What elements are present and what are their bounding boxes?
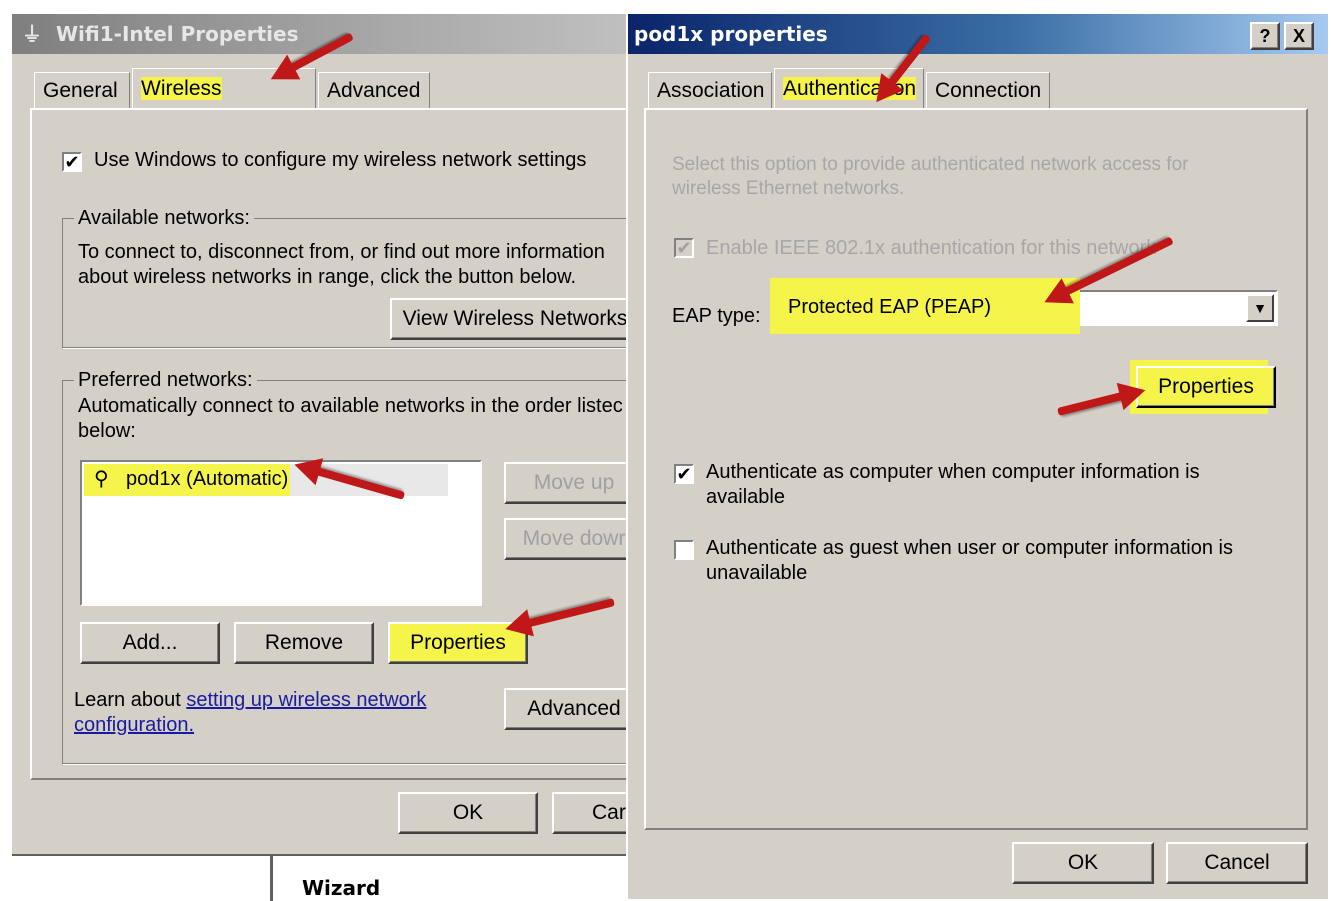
- tab-general[interactable]: General: [34, 72, 130, 108]
- enable-8021x-label: Enable IEEE 802.1x authentication for th…: [706, 237, 1157, 259]
- tab-advanced[interactable]: Advanced: [318, 72, 430, 108]
- antenna-icon: ⚲: [94, 468, 109, 490]
- description-line-2: wireless Ethernet networks.: [672, 178, 905, 199]
- right-ok-button[interactable]: OK: [1012, 842, 1154, 884]
- eap-properties-button[interactable]: Properties: [1136, 366, 1276, 408]
- left-window-title: Wifi1-Intel Properties: [56, 22, 299, 46]
- eap-type-select[interactable]: Protected EAP (PEAP) ▼: [770, 278, 1278, 334]
- remove-button[interactable]: Remove: [234, 622, 374, 664]
- tab-connection[interactable]: Connection: [926, 72, 1050, 108]
- use-windows-label: Use Windows to configure my wireless net…: [94, 149, 587, 171]
- auth-guest-line-1: Authenticate as guest when user or compu…: [706, 537, 1233, 559]
- wireless-networks-panel: ✔ Use Windows to configure my wireless n…: [30, 108, 650, 780]
- enable-8021x-checkbox[interactable]: ✔: [674, 238, 694, 258]
- preferred-text-2: below:: [78, 420, 136, 442]
- left-ok-button[interactable]: OK: [398, 792, 538, 834]
- preferred-networks-legend: Preferred networks:: [74, 368, 257, 392]
- advanced-button[interactable]: Advanced: [504, 688, 644, 730]
- authentication-panel: Select this option to provide authentica…: [644, 108, 1308, 830]
- help-button[interactable]: ?: [1250, 22, 1280, 50]
- auth-guest-line-2: unavailable: [706, 562, 808, 584]
- learn-about-text: Learn about setting up wireless network: [74, 688, 426, 713]
- use-windows-checkbox[interactable]: ✔: [62, 152, 82, 172]
- network-icon: ⏚: [22, 22, 42, 46]
- view-wireless-networks-button[interactable]: View Wireless Networks: [390, 298, 640, 340]
- right-titlebar: pod1x properties ? X: [628, 14, 1328, 54]
- pod1x-properties-window: pod1x properties ? X Association Authent…: [626, 14, 1328, 899]
- learn-prefix: Learn about: [74, 689, 187, 711]
- right-cancel-button[interactable]: Cancel: [1166, 842, 1308, 884]
- auth-computer-line-1: Authenticate as computer when computer i…: [706, 461, 1200, 483]
- chevron-down-icon[interactable]: ▼: [1246, 294, 1274, 322]
- auth-guest-checkbox[interactable]: [674, 540, 694, 560]
- add-button[interactable]: Add...: [80, 622, 220, 664]
- move-up-button[interactable]: Move up: [504, 462, 644, 504]
- move-down-button[interactable]: Move dowr: [504, 518, 644, 560]
- preferred-text-1: Automatically connect to available netwo…: [78, 395, 623, 417]
- available-networks-legend: Available networks:: [74, 206, 254, 230]
- auth-computer-line-2: available: [706, 486, 785, 508]
- configuration-link[interactable]: configuration.: [74, 713, 194, 738]
- eap-type-value: Protected EAP (PEAP): [788, 296, 992, 318]
- tab-association[interactable]: Association: [648, 72, 772, 108]
- wifi-properties-window: ⏚ Wifi1-Intel Properties General Wireles…: [12, 14, 692, 901]
- available-text-1: To connect to, disconnect from, or find …: [78, 241, 605, 263]
- right-window-title: pod1x properties: [634, 22, 828, 46]
- eap-type-label: EAP type:: [672, 305, 761, 327]
- close-button[interactable]: X: [1284, 22, 1314, 50]
- preferred-networks-list[interactable]: ⚲ pod1x (Automatic): [80, 460, 482, 606]
- auth-computer-checkbox[interactable]: ✔: [674, 464, 694, 484]
- setup-link[interactable]: setting up wireless network: [186, 689, 426, 711]
- wizard-strip: Wizard: [12, 854, 632, 901]
- available-text-2: about wireless networks in range, click …: [78, 266, 577, 288]
- network-item-label: pod1x (Automatic): [126, 468, 289, 490]
- description-line-1: Select this option to provide authentica…: [672, 154, 1189, 175]
- wizard-label: Wizard: [302, 876, 381, 900]
